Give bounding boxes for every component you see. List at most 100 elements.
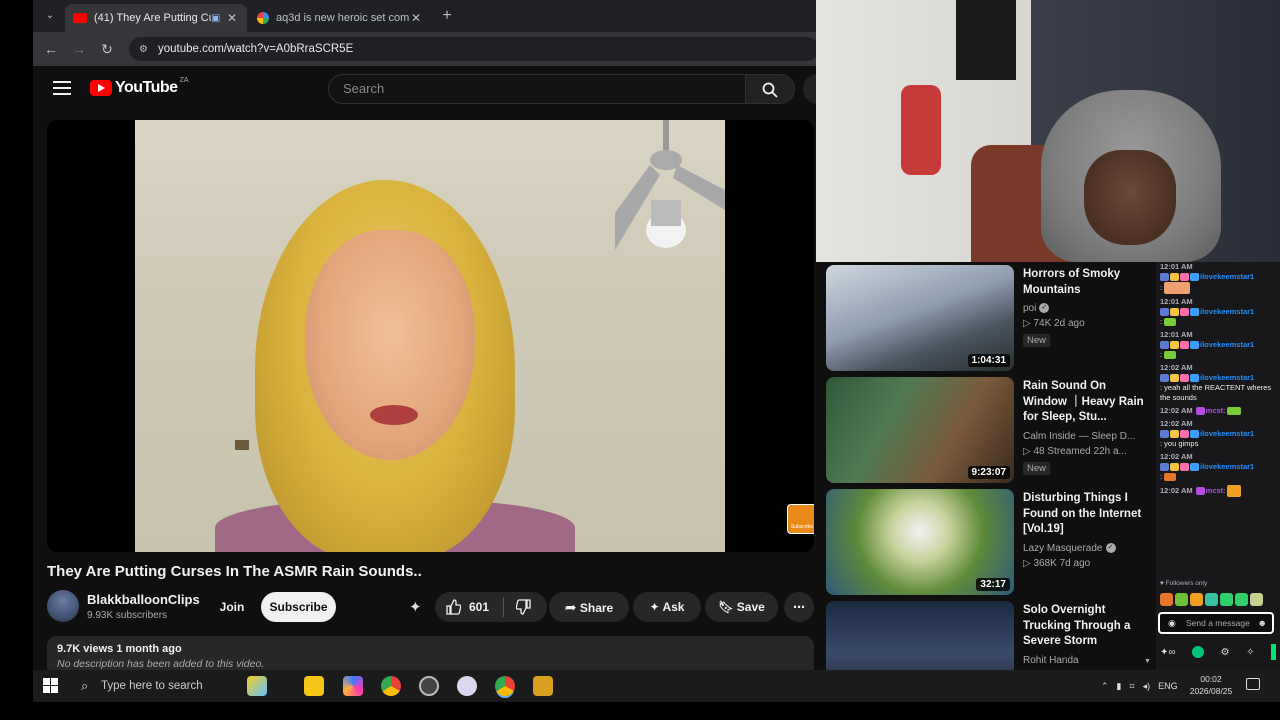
rec-title[interactable]: Solo Overnight Trucking Through a Severe… <box>1023 603 1153 650</box>
widgets-icon[interactable] <box>247 676 267 696</box>
youtube-logo-text: YouTube <box>115 79 178 96</box>
new-tab-button[interactable]: + <box>437 6 457 26</box>
video-frame <box>135 120 725 552</box>
join-button[interactable]: Join <box>214 592 250 622</box>
taskbar-clock[interactable]: 00:02 2026/08/25 <box>1187 673 1235 697</box>
status-bar <box>1271 644 1276 660</box>
tab-google[interactable]: aq3d is new heroic set coming ✕ <box>249 4 431 32</box>
game-icon[interactable] <box>533 676 553 696</box>
settings-gear-icon[interactable]: ⚙ <box>1221 647 1230 658</box>
obs-icon[interactable] <box>419 676 439 696</box>
emote-icon[interactable] <box>1205 593 1218 606</box>
site-info-icon[interactable]: ⚙ <box>139 44 148 55</box>
channel-name[interactable]: BlakkballoonClips <box>87 592 200 607</box>
rec-thumbnail[interactable]: 32:17 <box>826 489 1014 595</box>
rec-thumbnail[interactable]: 1:04:31 <box>826 265 1014 371</box>
rec-thumbnail[interactable] <box>826 601 1014 670</box>
points-icon[interactable]: ✦∞ <box>1160 647 1176 658</box>
volume-icon[interactable]: ◂) <box>1143 681 1151 692</box>
streamer-face <box>1084 150 1176 245</box>
description-box[interactable]: 9.7K views 1 month ago No description ha… <box>47 636 814 670</box>
menu-icon[interactable] <box>53 81 71 95</box>
windows-start-icon[interactable] <box>43 678 59 694</box>
rec-title[interactable]: Rain Sound On Window ｜Heavy Rain for Sle… <box>1023 379 1153 426</box>
gift-icon[interactable]: ✦ <box>409 598 422 616</box>
clock-date: 2026/08/25 <box>1189 686 1233 696</box>
tab-search-dropdown-icon[interactable]: ⌄ <box>39 6 61 26</box>
subscribe-watermark[interactable]: Subscribe <box>787 504 814 534</box>
tray-overflow-icon[interactable]: ⌃ <box>1101 681 1109 692</box>
rec-title[interactable]: Disturbing Things I Found on the Interne… <box>1023 491 1153 538</box>
chat-input-placeholder: Send a message <box>1186 618 1250 628</box>
language-indicator[interactable]: ENG <box>1158 681 1178 691</box>
close-tab-icon[interactable]: ✕ <box>225 11 239 25</box>
tab-youtube[interactable]: (41) They Are Putting Curse ▣ ✕ <box>65 4 247 32</box>
back-icon[interactable]: ← <box>37 41 65 57</box>
address-bar[interactable]: ⚙ youtube.com/watch?v=A0bRraSCR5E <box>129 37 816 61</box>
rec-channel: Lazy Masquerade ✓ <box>1023 543 1153 554</box>
taskbar-search-box[interactable]: ⌕ Type here to search <box>77 670 275 702</box>
copilot-icon[interactable] <box>343 676 363 696</box>
search-input[interactable]: Search <box>328 74 746 104</box>
subscribe-button[interactable]: Subscribe <box>261 592 336 622</box>
ask-button[interactable]: ✦ Ask <box>633 592 701 622</box>
like-icon[interactable] <box>445 599 461 615</box>
face-image <box>305 230 475 460</box>
emote-icon[interactable] <box>1160 593 1173 606</box>
lamp-image <box>235 440 249 450</box>
reload-icon[interactable]: ↻ <box>93 41 121 58</box>
rec-item[interactable]: Solo Overnight Trucking Through a Severe… <box>826 601 1156 670</box>
chat-messages: 12:01 AM ilovekeemstar1: 12:01 AM ilovekee… <box>1160 262 1278 500</box>
emote-icon[interactable] <box>1235 593 1248 606</box>
dislike-icon[interactable] <box>516 599 532 615</box>
search-button[interactable] <box>745 74 795 104</box>
save-button[interactable]: 🔖︎ Save <box>705 592 778 622</box>
views-and-date: 9.7K views 1 month ago <box>57 643 182 655</box>
chat-message-input[interactable]: ◉ Send a message ☻ <box>1158 612 1274 634</box>
file-explorer-icon[interactable] <box>304 676 324 696</box>
description-text: No description has been added to this vi… <box>57 658 265 670</box>
emote-icon[interactable] <box>1250 593 1263 606</box>
emote-icon[interactable] <box>1190 593 1203 606</box>
more-actions-button[interactable]: ⋯ <box>784 592 814 622</box>
close-tab-icon[interactable]: ✕ <box>409 11 423 25</box>
rec-item[interactable]: 1:04:31 Horrors of Smoky Mountains poi ✓ … <box>826 265 1156 371</box>
battery-icon[interactable]: ▮ <box>1117 681 1122 692</box>
rec-item[interactable]: 32:17 Disturbing Things I Found on the I… <box>826 489 1156 595</box>
voice-search-button[interactable] <box>803 74 816 104</box>
rec-thumbnail[interactable]: 9:23:07 <box>826 377 1014 483</box>
browser-toolbar: ← → ↻ ⚙ youtube.com/watch?v=A0bRraSCR5E <box>33 32 816 66</box>
emoji-picker-icon[interactable]: ☻ <box>1258 614 1267 632</box>
app-icon[interactable] <box>457 676 477 696</box>
network-icon[interactable]: ⌗ <box>1130 681 1135 692</box>
youtube-logo[interactable]: YouTube ZA <box>90 77 189 97</box>
chat-message: 12:01 AM ilovekeemstar1: <box>1160 330 1255 360</box>
share-icon: ➦ <box>564 599 577 615</box>
rec-channel: poi ✓ <box>1023 303 1153 314</box>
extensions-icon[interactable]: ✧ <box>1246 647 1254 658</box>
scroll-down-icon[interactable]: ▼ <box>1144 658 1151 665</box>
browser-window: ⌄ (41) They Are Putting Curse ▣ ✕ aq3d i… <box>33 0 816 670</box>
emote-icon[interactable] <box>1220 593 1233 606</box>
emote-icon[interactable] <box>1175 593 1188 606</box>
channel-avatar[interactable] <box>47 590 79 622</box>
notifications-icon[interactable] <box>1246 678 1260 690</box>
chrome-active-icon[interactable] <box>495 676 515 696</box>
chrome-icon[interactable] <box>381 676 401 696</box>
rec-item[interactable]: 9:23:07 Rain Sound On Window ｜Heavy Rain… <box>826 377 1156 483</box>
rec-stats: ▷ 74K 2d ago <box>1023 318 1085 329</box>
verified-icon: ✓ <box>1105 542 1116 553</box>
chat-settings-icon[interactable]: ◉ <box>1168 614 1176 632</box>
channel-points-icon[interactable] <box>1192 646 1205 658</box>
chat-message: 12:02 AM mcst: <box>1160 485 1278 497</box>
clock-time: 00:02 <box>1200 674 1222 684</box>
video-player[interactable]: Subscribe <box>47 120 814 552</box>
tab-title: (41) They Are Putting Curse <box>94 12 211 24</box>
media-playing-icon[interactable]: ▣ <box>211 13 225 24</box>
forward-icon[interactable]: → <box>65 41 93 57</box>
emote-suggestions <box>1160 593 1263 606</box>
share-button[interactable]: ➦ Share <box>549 592 629 622</box>
new-badge: New <box>1023 334 1051 347</box>
chat-toolbar: ✦∞ ⚙ ✧ <box>1160 644 1276 660</box>
rec-title[interactable]: Horrors of Smoky Mountains <box>1023 267 1153 298</box>
